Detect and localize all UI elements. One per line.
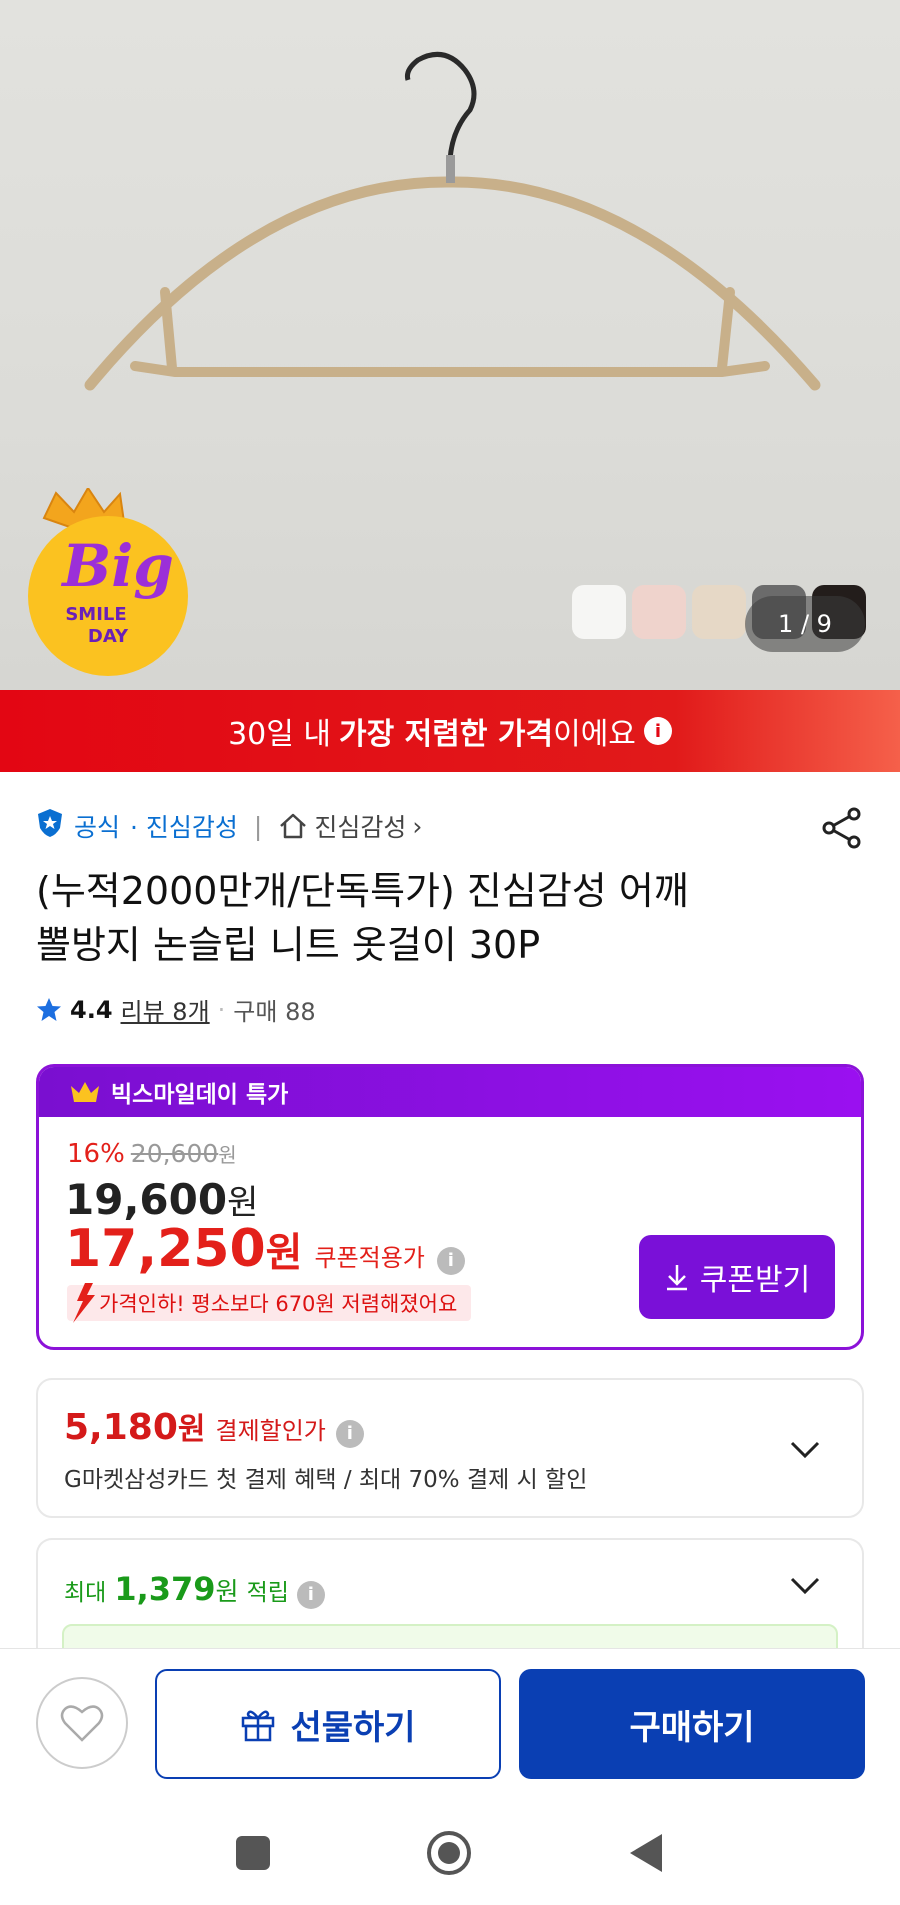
special-price-box: 빅스마일데이 특가 16% 20,600 원 19,600원 17,250원 쿠폰… <box>36 1064 864 1350</box>
points-amount: 1,379 <box>114 1570 216 1608</box>
big-smile-day-badge: Big SMILE DAY <box>26 486 196 676</box>
crown-icon <box>71 1082 99 1102</box>
coupon-price-value: 17,250 <box>65 1219 266 1279</box>
purchase-count: 구매 88 <box>233 998 316 1026</box>
original-won: 원 <box>218 1143 237 1167</box>
info-icon[interactable]: i <box>643 717 672 745</box>
svg-text:SMILE: SMILE <box>65 604 126 625</box>
review-link[interactable]: 리뷰 8개 <box>121 992 210 1027</box>
info-icon[interactable]: i <box>335 1419 364 1448</box>
official-label: 공식 <box>74 813 121 842</box>
discount-percent: 16% <box>67 1139 125 1169</box>
separator-dot: · <box>217 995 226 1024</box>
price-box-title: 빅스마일데이 특가 <box>111 1082 289 1108</box>
banner-suffix: 이에요 <box>553 717 636 752</box>
gift-icon <box>242 1710 275 1742</box>
divider: | <box>253 811 263 841</box>
sale-price-value: 19,600 <box>65 1175 228 1224</box>
banner-prefix: 30일 내 <box>228 717 331 752</box>
buy-button[interactable]: 구매하기 <box>519 1669 865 1779</box>
points-prefix: 최대 <box>64 1580 107 1606</box>
info-icon[interactable]: i <box>436 1246 465 1275</box>
gift-button[interactable]: 선물하기 <box>155 1669 501 1779</box>
swatch-1[interactable] <box>572 585 626 639</box>
swatch-3[interactable] <box>692 585 746 639</box>
download-icon <box>666 1265 687 1291</box>
buy-label: 구매하기 <box>629 1707 755 1748</box>
official-shield-icon <box>36 808 64 844</box>
lowest-price-banner: 30일 내 가장 저렴한 가격 이에요 i <box>0 690 900 772</box>
get-coupon-label: 쿠폰받기 <box>699 1263 811 1298</box>
discount-row: 16% 20,600 원 <box>67 1139 237 1169</box>
coupon-price-label: 쿠폰적용가 <box>314 1244 425 1272</box>
price-cut-badge: 가격인하! 평소보다 670원 저렴해졌어요 <box>67 1283 472 1323</box>
points-row: 최대 1,379원 적립 i <box>64 1570 325 1609</box>
product-title-line2: 뽈방지 논슬립 니트 옷걸이 30P <box>36 923 541 967</box>
brand-name[interactable]: · 진심감성 <box>130 808 238 844</box>
store-link[interactable]: 진심감성 › <box>278 808 422 844</box>
recent-apps-icon[interactable] <box>228 1828 278 1878</box>
seller-row: 공식 · 진심감성 | 진심감성 › <box>36 806 422 846</box>
product-title: (누적2000만개/단독특가) 진심감성 어깨 뽈방지 논슬립 니트 옷걸이 3… <box>36 864 866 972</box>
home-icon <box>280 813 307 839</box>
swatch-2[interactable] <box>632 585 686 639</box>
product-image-carousel[interactable]: Big SMILE DAY 1 / 9 <box>0 0 900 690</box>
rating-score: 4.4 <box>70 995 113 1024</box>
payment-amount-row: 5,180원 결제할인가 i <box>64 1404 364 1448</box>
price-box-header: 빅스마일데이 특가 <box>39 1067 861 1117</box>
home-button-icon[interactable] <box>424 1828 474 1878</box>
android-nav-bar <box>0 1798 900 1905</box>
banner-highlight: 가장 저렴한 가격 <box>339 717 554 752</box>
points-label: 적립 <box>246 1580 289 1606</box>
sale-price: 19,600원 <box>65 1175 258 1224</box>
chevron-down-icon[interactable] <box>788 1568 822 1602</box>
coupon-price: 17,250원 쿠폰적용가 i <box>65 1219 465 1279</box>
image-counter: 1 / 9 <box>745 596 865 652</box>
product-title-line1: (누적2000만개/단독특가) 진심감성 어깨 <box>36 869 689 913</box>
payment-label: 결제할인가 <box>215 1417 326 1445</box>
down-arrow-icon <box>73 1283 95 1323</box>
svg-text:DAY: DAY <box>88 626 129 647</box>
chevron-down-icon[interactable] <box>788 1432 822 1466</box>
payment-amount: 5,180 <box>64 1407 178 1448</box>
share-icon[interactable] <box>820 806 864 850</box>
heart-icon <box>60 1705 104 1742</box>
svg-text:Big: Big <box>60 532 174 600</box>
chevron-right-icon: › <box>412 811 423 841</box>
info-icon[interactable]: i <box>296 1580 325 1609</box>
get-coupon-button[interactable]: 쿠폰받기 <box>639 1235 835 1319</box>
coupon-price-won: 원 <box>265 1230 303 1276</box>
bottom-action-bar: 선물하기 구매하기 <box>0 1648 900 1798</box>
star-icon <box>37 997 61 1021</box>
price-cut-text: 가격인하! 평소보다 670원 저렴해졌어요 <box>99 1292 458 1316</box>
payment-description: G마켓삼성카드 첫 결제 혜택 / 최대 70% 결제 시 할인 <box>64 1467 588 1493</box>
wishlist-button[interactable] <box>36 1677 128 1769</box>
payment-won: 원 <box>177 1412 206 1447</box>
rating-row: 4.4 리뷰 8개 · 구매 88 <box>36 992 316 1027</box>
points-won: 원 <box>215 1577 239 1606</box>
gift-label: 선물하기 <box>290 1707 416 1748</box>
store-name: 진심감성 <box>314 813 407 842</box>
back-icon[interactable] <box>622 1828 672 1878</box>
original-price: 20,600 <box>130 1139 219 1168</box>
sale-price-won: 원 <box>227 1183 259 1223</box>
payment-discount-card[interactable]: 5,180원 결제할인가 i G마켓삼성카드 첫 결제 혜택 / 최대 70% … <box>36 1378 864 1518</box>
product-page: Big SMILE DAY 1 / 9 30일 내 가장 저렴한 가격 이에요 i… <box>0 0 900 1905</box>
